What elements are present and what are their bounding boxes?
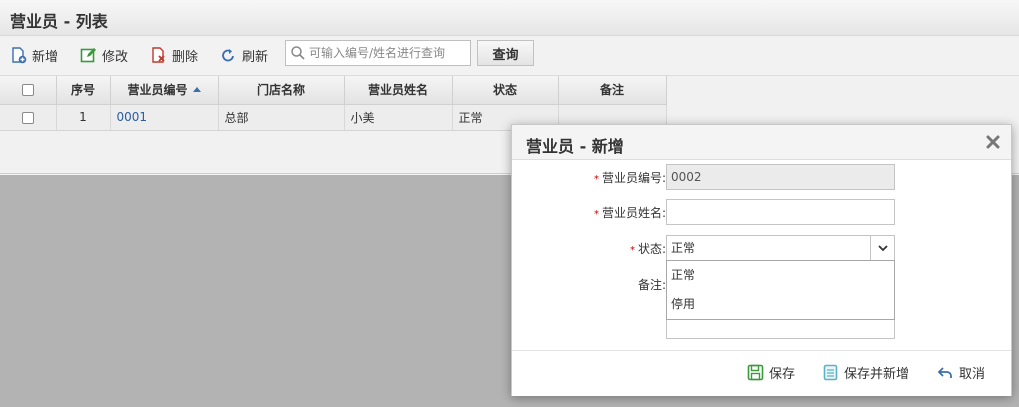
dialog-title: 营业员 - 新增: [526, 137, 624, 156]
table-header-row: 序号 营业员编号 门店名称 营业员姓名 状态 备注: [0, 76, 667, 105]
search-box: [285, 40, 471, 66]
refresh-label: 刷新: [242, 49, 269, 65]
add-label: 新增: [32, 49, 59, 65]
edit-button[interactable]: 修改: [80, 45, 128, 65]
status-row: * 状态: 正常: [512, 235, 1011, 261]
col-status[interactable]: 状态: [452, 76, 559, 105]
search-input[interactable]: [306, 46, 470, 60]
col-code[interactable]: 营业员编号: [110, 76, 219, 105]
delete-button[interactable]: 删除: [150, 45, 198, 65]
refresh-button[interactable]: 刷新: [220, 45, 268, 65]
dialog-header: 营业员 - 新增: [512, 125, 1011, 160]
row-checkbox[interactable]: [21, 111, 34, 124]
page-header: 营业员 - 列表: [0, 0, 1019, 36]
code-field: 0002: [666, 164, 895, 190]
status-label: * 状态:: [629, 242, 666, 256]
sort-ascending-icon: [192, 87, 201, 93]
row-code[interactable]: 0001: [110, 104, 219, 131]
row-name: 小美: [344, 104, 453, 131]
status-selected-value: 正常: [671, 241, 696, 255]
row-index: 1: [56, 104, 111, 131]
row-select-cell[interactable]: [0, 104, 57, 131]
col-index[interactable]: 序号: [56, 76, 111, 105]
save-and-new-button[interactable]: 保存并新增: [822, 362, 909, 382]
status-option[interactable]: 停用: [667, 290, 894, 319]
save-button[interactable]: 保存: [747, 362, 795, 382]
undo-icon: [937, 366, 952, 378]
add-salesperson-dialog: 营业员 - 新增 * 营业员编号: 0002 * 营业员姓名: * 状态: 正常 备注…: [511, 124, 1012, 396]
page-title: 营业员 - 列表: [10, 12, 108, 31]
delete-document-icon: [152, 46, 165, 63]
status-option[interactable]: 正常: [667, 261, 894, 290]
toolbar: 新增 修改 删除 刷新 查询: [0, 36, 1019, 76]
add-button[interactable]: 新增: [10, 45, 58, 65]
save-label: 保存: [769, 366, 796, 382]
save-icon: [747, 364, 764, 380]
col-store[interactable]: 门店名称: [218, 76, 345, 105]
status-select[interactable]: 正常: [666, 235, 895, 261]
search-icon: [291, 46, 305, 60]
name-field[interactable]: [666, 199, 895, 225]
name-label: * 营业员姓名:: [593, 206, 666, 220]
name-row: * 营业员姓名:: [512, 199, 1011, 225]
edit-label: 修改: [102, 49, 129, 65]
code-label: * 营业员编号:: [593, 171, 666, 185]
query-button[interactable]: 查询: [477, 40, 534, 66]
remark-label: 备注:: [637, 278, 666, 292]
edit-icon: [80, 47, 96, 62]
select-all-checkbox[interactable]: [21, 84, 34, 97]
close-icon[interactable]: [985, 134, 1001, 150]
col-name[interactable]: 营业员姓名: [344, 76, 453, 105]
required-mark: *: [593, 209, 599, 220]
save-and-new-label: 保存并新增: [844, 366, 910, 382]
col-remark[interactable]: 备注: [558, 76, 667, 105]
save-new-icon: [823, 364, 838, 380]
select-all-header[interactable]: [0, 76, 57, 105]
add-document-icon: [12, 46, 27, 63]
dialog-footer: 保存 保存并新增 取消: [512, 350, 1011, 396]
chevron-down-icon[interactable]: [870, 236, 894, 260]
salesperson-table: 序号 营业员编号 门店名称 营业员姓名 状态 备注 1 0001 总部 小美 正…: [0, 76, 667, 131]
status-dropdown: 正常 停用: [666, 260, 895, 320]
code-row: * 营业员编号: 0002: [512, 164, 1011, 190]
refresh-icon: [222, 48, 234, 61]
cancel-button[interactable]: 取消: [937, 362, 985, 382]
required-mark: *: [593, 174, 599, 185]
col-code-label: 营业员编号: [127, 83, 188, 98]
cancel-label: 取消: [959, 366, 986, 382]
required-mark: *: [629, 245, 635, 256]
delete-label: 删除: [172, 49, 199, 65]
row-store: 总部: [218, 104, 345, 131]
